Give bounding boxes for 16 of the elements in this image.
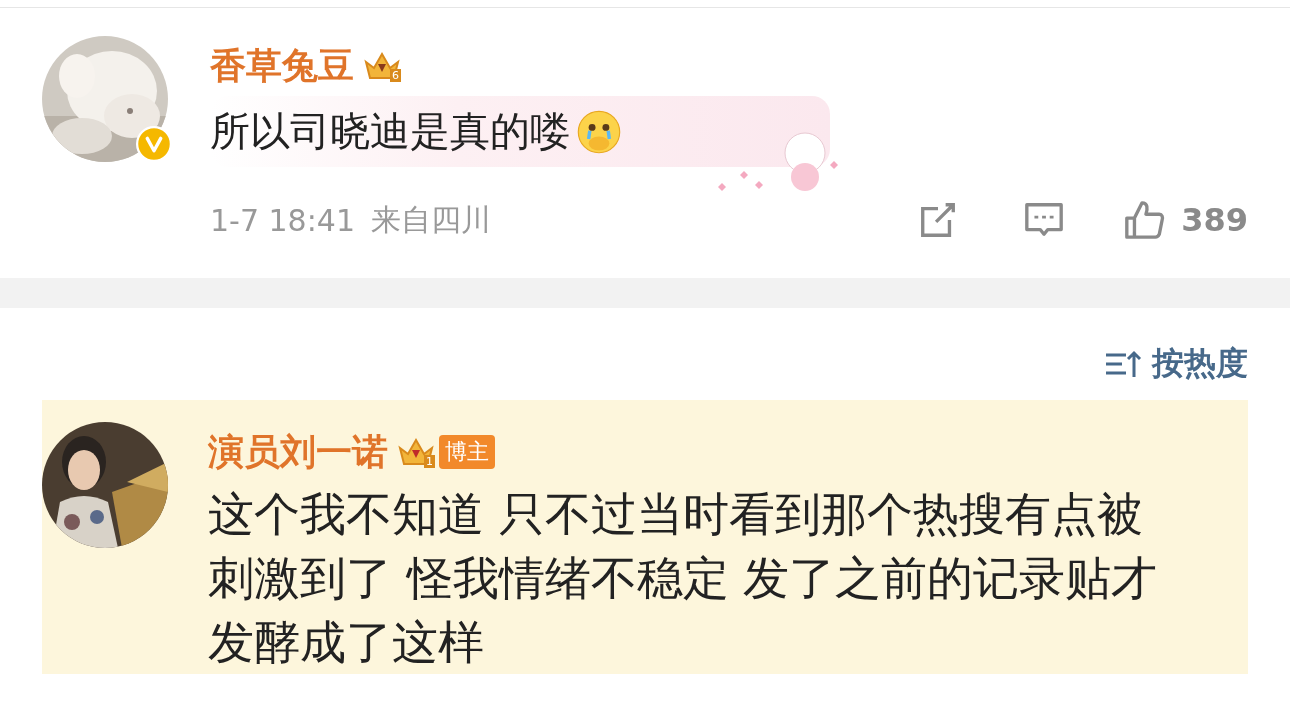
comment-text-line: 这个我不知道 只不过当时看到那个热搜有点被	[208, 486, 1143, 543]
thumbs-up-icon[interactable]	[1123, 199, 1166, 241]
crown-badge: 1	[396, 436, 435, 468]
sort-button[interactable]: 按热度	[1104, 342, 1248, 386]
comment-timestamp: 1-7 18:41	[210, 202, 355, 238]
comment-location: 来自四川	[371, 200, 491, 239]
sort-icon	[1104, 349, 1144, 379]
comment-text: 所以司晓迪是真的喽	[210, 107, 570, 156]
username[interactable]: 香草兔豆	[210, 41, 354, 91]
crying-emoji-icon	[576, 108, 622, 155]
comment-text-line: 发酵成了这样	[208, 614, 484, 671]
username[interactable]: 演员刘一诺	[208, 427, 388, 477]
author-tag: 博主	[439, 435, 495, 469]
crown-badge: 6	[362, 50, 401, 82]
comment-text-line: 刺激到了 怪我情绪不稳定 发了之前的记录贴才	[208, 550, 1158, 607]
like-count: 389	[1181, 201, 1248, 239]
